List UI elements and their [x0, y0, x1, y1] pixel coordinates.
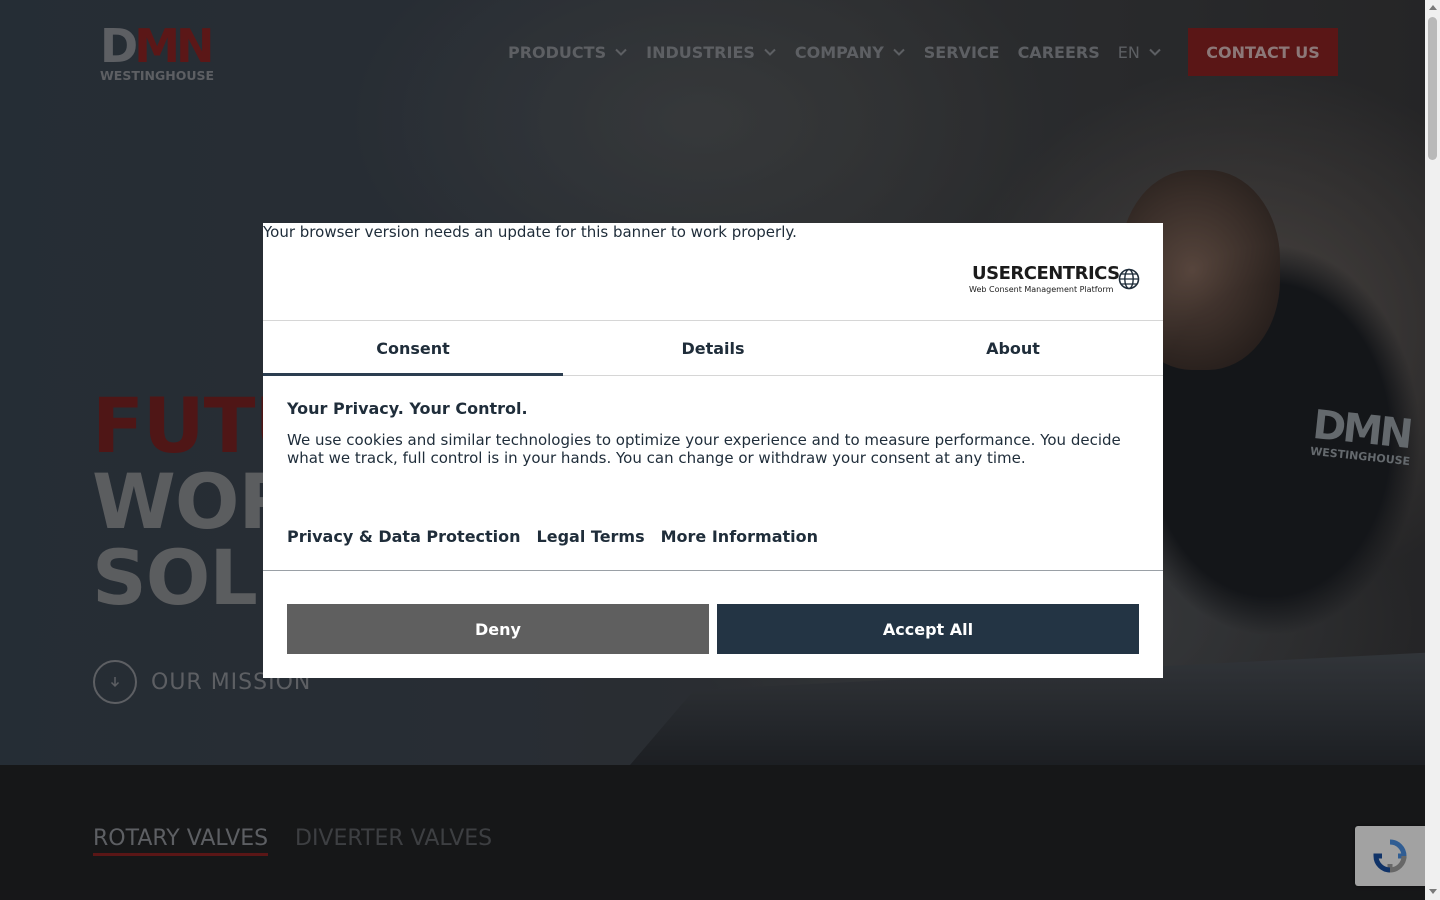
consent-body-text: We use cookies and similar technologies … [287, 431, 1121, 467]
deny-button[interactable]: Deny [287, 604, 709, 654]
consent-heading: Your Privacy. Your Control. [287, 399, 528, 418]
page-scrollbar[interactable] [1425, 0, 1440, 900]
scrollbar-thumb[interactable] [1428, 17, 1437, 160]
legal-terms-link[interactable]: Legal Terms [537, 527, 645, 546]
usercentrics-name: USERCENTRICS [972, 263, 1120, 284]
consent-tabs: Consent Details About [263, 320, 1163, 376]
tab-details[interactable]: Details [563, 321, 863, 375]
usercentrics-logo: USERCENTRICS Web Consent Management Plat… [969, 263, 1120, 297]
divider [263, 570, 1163, 571]
tab-about[interactable]: About [863, 321, 1163, 375]
scroll-up-arrow-icon[interactable] [1429, 5, 1437, 10]
more-information-link[interactable]: More Information [661, 527, 818, 546]
browser-update-warning: Your browser version needs an update for… [263, 223, 797, 241]
globe-icon[interactable] [1118, 268, 1140, 290]
cookie-consent-dialog: Your browser version needs an update for… [263, 223, 1163, 678]
consent-links: Privacy & Data Protection Legal Terms Mo… [287, 527, 834, 546]
usercentrics-tagline: Web Consent Management Platform [969, 285, 1114, 294]
tab-consent[interactable]: Consent [263, 321, 563, 376]
scroll-down-arrow-icon[interactable] [1429, 889, 1437, 894]
accept-all-button[interactable]: Accept All [717, 604, 1139, 654]
privacy-data-protection-link[interactable]: Privacy & Data Protection [287, 527, 521, 546]
